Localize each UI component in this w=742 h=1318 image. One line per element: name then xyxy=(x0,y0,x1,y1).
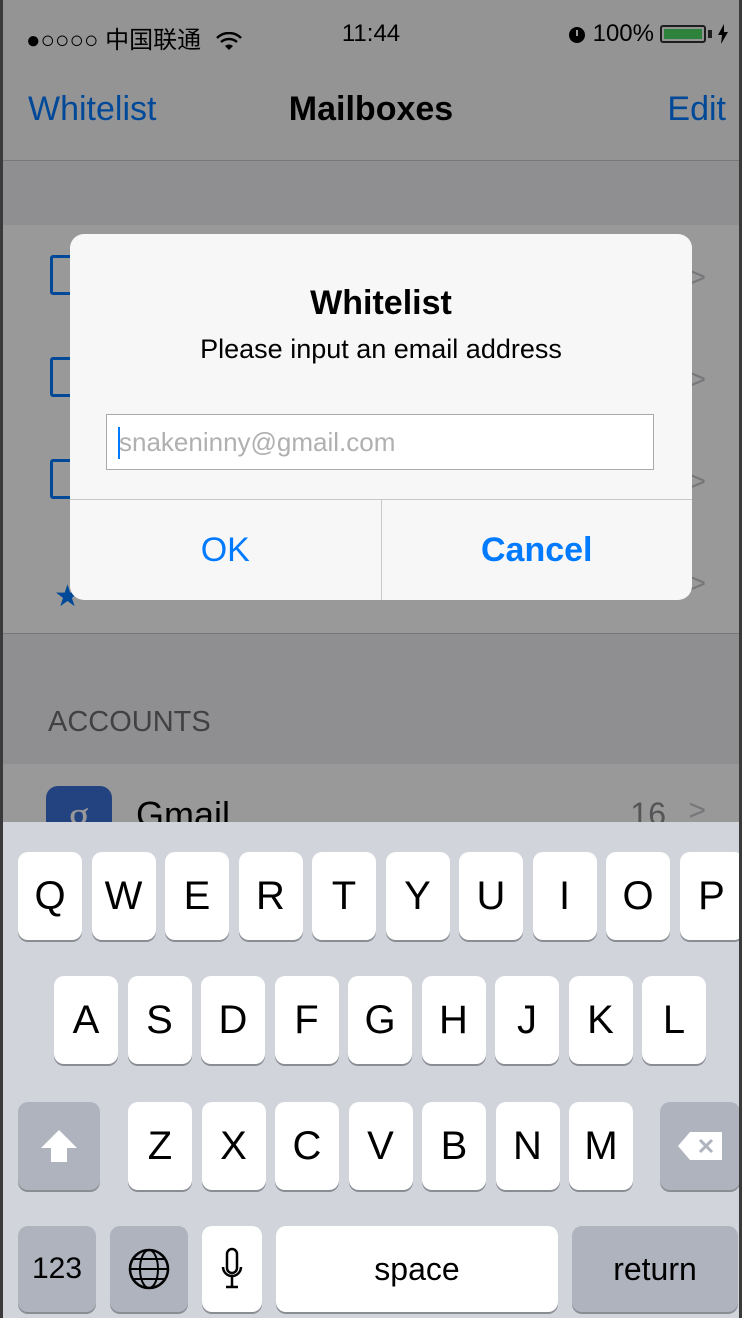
key-k[interactable]: K xyxy=(568,976,633,1064)
key-b[interactable]: B xyxy=(422,1102,486,1190)
key-e[interactable]: E xyxy=(165,852,229,940)
key-t[interactable]: T xyxy=(312,852,376,940)
key-h[interactable]: H xyxy=(421,976,486,1064)
key-m[interactable]: M xyxy=(569,1102,633,1190)
cancel-button[interactable]: Cancel xyxy=(380,500,693,600)
dictation-key[interactable] xyxy=(202,1226,262,1312)
key-p[interactable]: P xyxy=(679,852,742,940)
key-n[interactable]: N xyxy=(495,1102,560,1190)
key-i[interactable]: I xyxy=(532,852,597,940)
mail-app-screen: ●○○○○ 中国联通 11:44 100% Whitelist Mailboxe… xyxy=(0,0,742,1318)
key-y[interactable]: Y xyxy=(385,852,450,940)
alert-message: Please input an email address xyxy=(200,334,562,364)
microphone-icon xyxy=(221,1247,243,1289)
shift-arrow-icon xyxy=(41,1130,77,1162)
key-v[interactable]: V xyxy=(348,1102,413,1190)
key-s[interactable]: S xyxy=(127,976,192,1064)
key-x[interactable]: X xyxy=(201,1102,266,1190)
key-d[interactable]: D xyxy=(201,976,265,1064)
key-z[interactable]: Z xyxy=(128,1102,192,1190)
keyboard: 123 space return QWERTYUIOP ASDFGHJKL ZXCV… xyxy=(0,822,742,1318)
numbers-key[interactable]: 123 xyxy=(18,1226,96,1312)
email-input-placeholder: snakeninny@gmail.com xyxy=(119,427,396,457)
key-j[interactable]: J xyxy=(495,976,559,1064)
key-u[interactable]: U xyxy=(459,852,523,940)
key-f[interactable]: F xyxy=(274,976,339,1064)
alert-title: Whitelist xyxy=(310,284,452,322)
text-cursor xyxy=(118,427,120,459)
key-c[interactable]: C xyxy=(275,1102,339,1190)
backspace-icon xyxy=(678,1132,722,1160)
key-r[interactable]: R xyxy=(238,852,303,940)
alert-buttons: OK Cancel xyxy=(70,499,692,600)
key-g[interactable]: G xyxy=(348,976,412,1064)
return-key[interactable]: return xyxy=(572,1226,738,1312)
globe-icon xyxy=(128,1248,170,1290)
key-o[interactable]: O xyxy=(606,852,670,940)
key-w[interactable]: W xyxy=(91,852,156,940)
key-l[interactable]: L xyxy=(642,976,706,1064)
key-q[interactable]: Q xyxy=(18,852,82,940)
shift-key[interactable] xyxy=(18,1102,100,1190)
email-input[interactable]: snakeninny@gmail.com xyxy=(106,414,654,470)
globe-key[interactable] xyxy=(110,1226,188,1312)
key-a[interactable]: A xyxy=(54,976,118,1064)
space-key[interactable]: space xyxy=(276,1226,558,1312)
delete-key[interactable] xyxy=(660,1102,740,1190)
ok-button[interactable]: OK xyxy=(70,500,381,600)
whitelist-alert-dialog: Whitelist Please input an email address … xyxy=(70,234,692,600)
